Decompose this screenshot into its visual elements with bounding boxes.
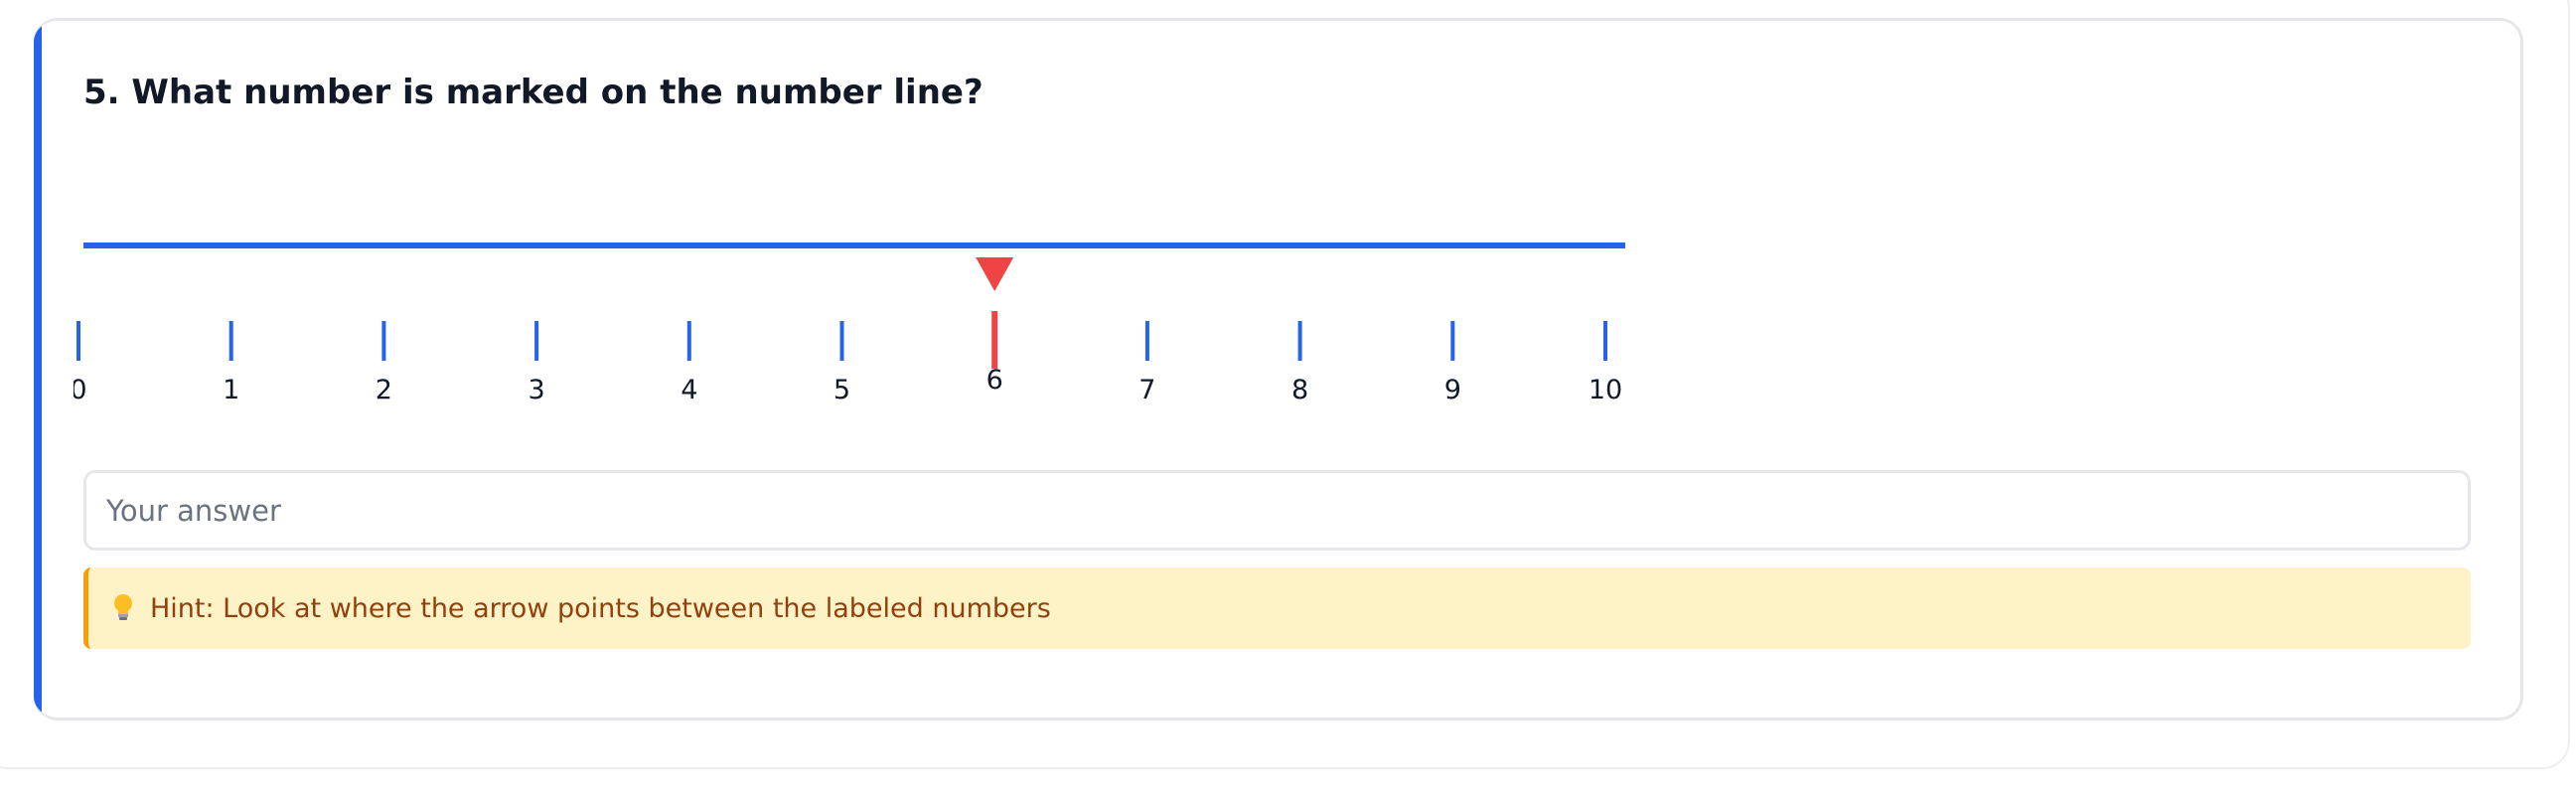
tick-label-4: 4: [681, 375, 697, 405]
lightbulb-icon: [114, 594, 132, 620]
answer-input[interactable]: [83, 470, 2471, 551]
tick-label-5: 5: [833, 375, 850, 405]
tick-label-10: 10: [1589, 375, 1622, 405]
tick-label-8: 8: [1291, 375, 1308, 405]
tick-label-7: 7: [1138, 375, 1155, 405]
number-line: 0 1 2 3 4 5 6 7 8 9 10: [74, 242, 1625, 405]
tick-label-2: 2: [376, 375, 392, 405]
hint-box: Hint: Look at where the arrow points bet…: [83, 567, 2471, 649]
tick-label-3: 3: [529, 375, 545, 405]
accent-bar: [34, 21, 42, 718]
question-card: 5. What number is marked on the number l…: [34, 18, 2523, 721]
hint-text: Hint: Look at where the arrow points bet…: [150, 592, 1051, 624]
arrow-marker-icon: [976, 257, 1014, 291]
tick-label-6: 6: [986, 365, 1003, 396]
tick-label-1: 1: [223, 375, 239, 405]
question-title: 5. What number is marked on the number l…: [83, 73, 984, 112]
tick-label-9: 9: [1444, 375, 1461, 405]
tick-label-0: 0: [74, 375, 87, 405]
